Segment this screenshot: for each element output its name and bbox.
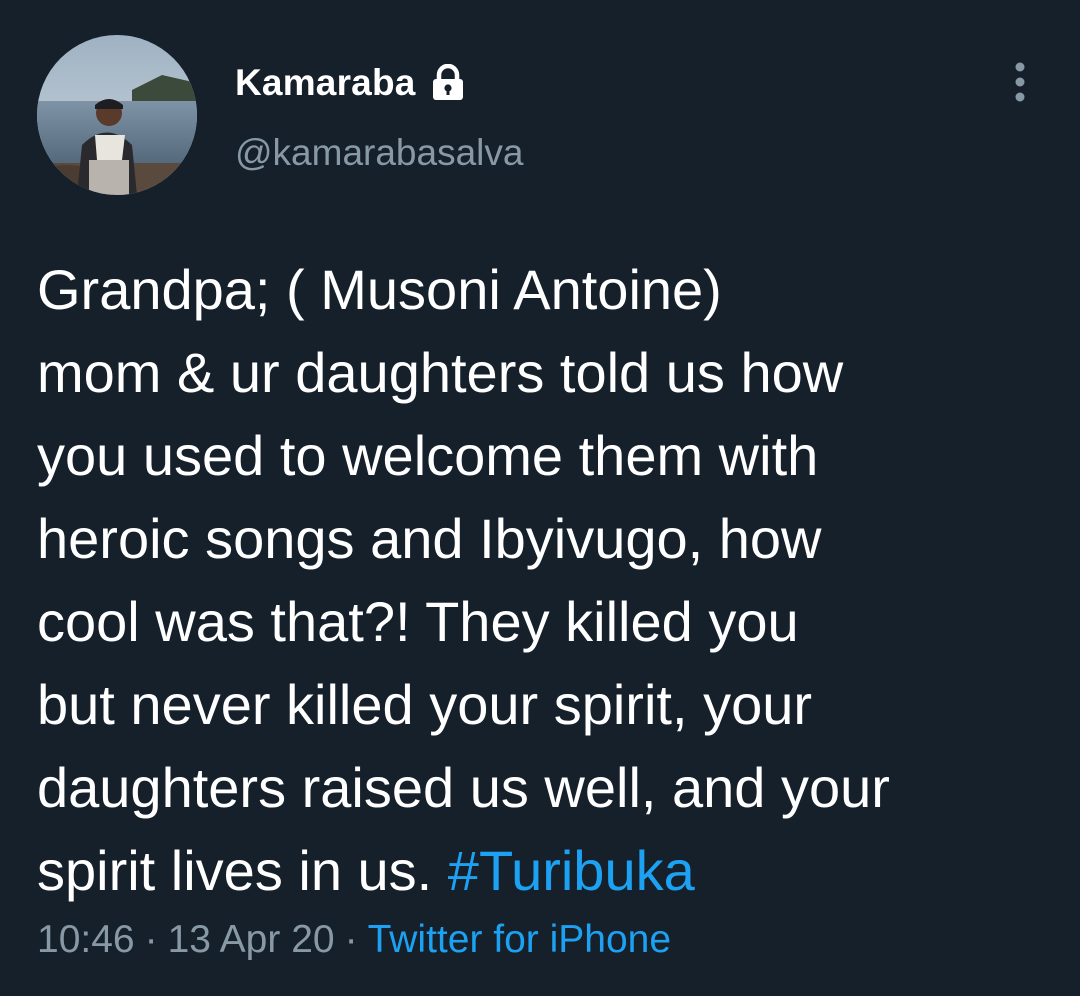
tweet-text: Grandpa; ( Musoni Antoine) mom & ur daug…: [37, 248, 1047, 912]
display-name[interactable]: Kamaraba: [235, 62, 416, 104]
author-name-row: Kamaraba: [235, 58, 466, 108]
tweet-text-line: you used to welcome them with: [37, 424, 819, 487]
tweet-text-line: heroic songs and Ibyivugo, how: [37, 507, 822, 570]
tweet-text-line: but never killed your spirit, your: [37, 673, 813, 736]
tweet-text-line: cool was that?! They killed you: [37, 590, 799, 653]
author-handle[interactable]: @kamarabasalva: [235, 132, 523, 174]
avatar[interactable]: [37, 35, 197, 195]
tweet-card: Kamaraba @kamarabasalva Grandpa; ( Muson…: [0, 0, 1080, 996]
lock-icon: [430, 63, 466, 102]
hashtag-link[interactable]: #Turibuka: [448, 839, 695, 902]
tweet-text-line: Grandpa; ( Musoni Antoine): [37, 258, 722, 321]
tweet-time: 10:46: [37, 918, 135, 961]
meta-separator: ·: [144, 918, 158, 961]
tweet-text-line: daughters raised us well, and your: [37, 756, 890, 819]
tweet-text-fragment: spirit lives in us.: [37, 839, 448, 902]
tweet-metadata: 10:46 · 13 Apr 20 · Twitter for iPhone: [37, 918, 671, 962]
more-vertical-icon: [1015, 62, 1025, 102]
meta-separator: ·: [344, 918, 358, 961]
tweet-text-last-line: spirit lives in us. #Turibuka: [37, 829, 1047, 912]
tweet-date: 13 Apr 20: [167, 918, 335, 961]
avatar-photo: [37, 35, 197, 195]
tweet-text-line: mom & ur daughters told us how: [37, 341, 844, 404]
more-options-button[interactable]: [1000, 60, 1040, 104]
source-link[interactable]: Twitter for iPhone: [368, 918, 671, 961]
